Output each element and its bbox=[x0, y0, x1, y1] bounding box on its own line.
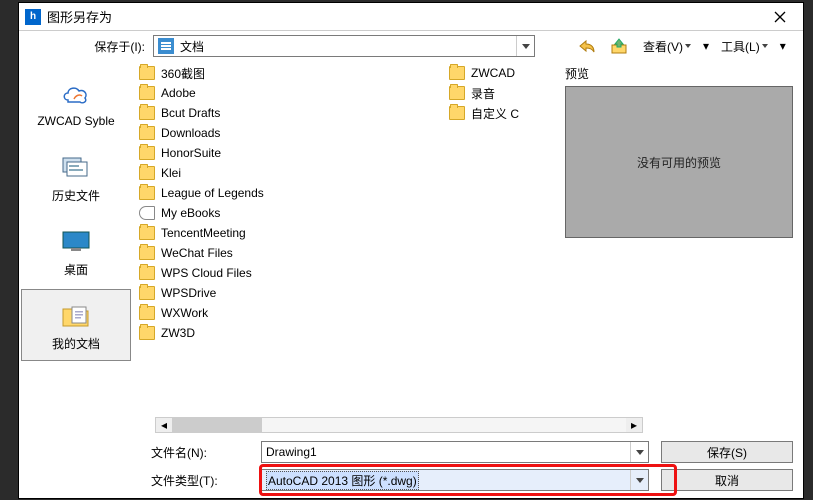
file-name: WeChat Files bbox=[161, 246, 233, 260]
filename-label: 文件名(N): bbox=[151, 444, 251, 461]
list-item[interactable]: Adobe bbox=[135, 83, 445, 103]
folder-icon bbox=[139, 286, 155, 300]
desktop-icon bbox=[58, 225, 94, 257]
dialog-title: 图形另存为 bbox=[47, 7, 763, 26]
folder-icon bbox=[139, 146, 155, 160]
list-item[interactable]: 自定义 C bbox=[445, 103, 545, 123]
file-name: 自定义 C bbox=[471, 105, 519, 122]
folder-icon bbox=[139, 86, 155, 100]
save-in-value: 文档 bbox=[180, 38, 204, 55]
list-item[interactable]: ZWCAD bbox=[445, 63, 545, 83]
chevron-down-icon bbox=[762, 44, 768, 48]
file-name: League of Legends bbox=[161, 186, 264, 200]
list-item[interactable]: Bcut Drafts bbox=[135, 103, 445, 123]
file-name: 录音 bbox=[471, 85, 495, 102]
places-sidebar: ZWCAD Syble 历史文件 桌面 我的文档 bbox=[19, 61, 133, 497]
list-item[interactable]: HonorSuite bbox=[135, 143, 445, 163]
list-item[interactable]: ZW3D bbox=[135, 323, 445, 343]
list-item[interactable]: Downloads bbox=[135, 123, 445, 143]
sidebar-item-history[interactable]: 历史文件 bbox=[21, 141, 131, 213]
preview-label: 预览 bbox=[565, 65, 793, 82]
list-item[interactable]: My eBooks bbox=[135, 203, 445, 223]
file-name: 360截图 bbox=[161, 65, 205, 82]
file-name: Klei bbox=[161, 166, 181, 180]
folder-icon bbox=[449, 106, 465, 120]
folder-icon bbox=[139, 226, 155, 240]
tools-menu[interactable]: 工具(L) bbox=[717, 35, 772, 57]
file-name: Downloads bbox=[161, 126, 220, 140]
folder-icon bbox=[139, 126, 155, 140]
folder-icon bbox=[139, 326, 155, 340]
list-item[interactable]: WPS Cloud Files bbox=[135, 263, 445, 283]
documents-folder-icon bbox=[58, 299, 94, 331]
file-name: TencentMeeting bbox=[161, 226, 246, 240]
list-item[interactable]: 录音 bbox=[445, 83, 545, 103]
folder-icon bbox=[139, 186, 155, 200]
list-item[interactable]: Klei bbox=[135, 163, 445, 183]
filename-input[interactable]: Drawing1 bbox=[261, 441, 649, 463]
save-in-dropdown[interactable]: 文档 bbox=[153, 35, 535, 57]
file-list[interactable]: 360截图 Adobe Bcut Drafts Downloads HonorSuite… bbox=[135, 63, 561, 417]
close-button[interactable] bbox=[763, 6, 797, 28]
scroll-left-arrow[interactable]: ◂ bbox=[156, 418, 172, 432]
folder-icon bbox=[139, 166, 155, 180]
sidebar-item-documents[interactable]: 我的文档 bbox=[21, 289, 131, 361]
horizontal-scrollbar[interactable]: ◂ ▸ bbox=[155, 417, 643, 433]
preview-pane: 预览 没有可用的预览 bbox=[561, 63, 801, 417]
filetype-dropdown[interactable]: AutoCAD 2013 图形 (*.dwg) bbox=[261, 469, 649, 491]
folder-icon bbox=[449, 66, 465, 80]
scroll-thumb[interactable] bbox=[172, 418, 262, 432]
folder-icon bbox=[449, 86, 465, 100]
chevron-down-icon bbox=[516, 36, 534, 56]
preview-box: 没有可用的预览 bbox=[565, 86, 793, 238]
filetype-label: 文件类型(T): bbox=[151, 472, 251, 489]
folder-icon bbox=[139, 306, 155, 320]
chevron-down-icon[interactable] bbox=[630, 442, 648, 462]
file-name: My eBooks bbox=[161, 206, 220, 220]
file-name: Bcut Drafts bbox=[161, 106, 220, 120]
folder-icon bbox=[139, 106, 155, 120]
list-item[interactable]: WPSDrive bbox=[135, 283, 445, 303]
app-icon: h bbox=[25, 9, 41, 25]
history-files-icon bbox=[58, 151, 94, 183]
list-item[interactable]: WeChat Files bbox=[135, 243, 445, 263]
view-menu[interactable]: 查看(V) bbox=[639, 35, 695, 57]
cancel-button[interactable]: 取消 bbox=[661, 469, 793, 491]
file-name: ZWCAD bbox=[471, 66, 515, 80]
sidebar-item-zwcad-syble[interactable]: ZWCAD Syble bbox=[21, 67, 131, 139]
top-toolbar: 保存于(I): 文档 查看(V) ▾ 工具(L) ▾ bbox=[19, 31, 803, 61]
file-name: WXWork bbox=[161, 306, 208, 320]
ebook-icon bbox=[139, 206, 155, 220]
cloud-icon bbox=[58, 78, 94, 110]
sidebar-item-desktop[interactable]: 桌面 bbox=[21, 215, 131, 287]
save-as-dialog: h 图形另存为 保存于(I): 文档 查看(V) ▾ 工具(L) ▾ bbox=[18, 2, 804, 499]
documents-icon bbox=[158, 38, 174, 54]
chevron-down-icon bbox=[685, 44, 691, 48]
folder-icon bbox=[139, 66, 155, 80]
list-item[interactable]: League of Legends bbox=[135, 183, 445, 203]
save-in-label: 保存于(I): bbox=[59, 38, 145, 55]
list-item[interactable]: 360截图 bbox=[135, 63, 445, 83]
file-name: WPSDrive bbox=[161, 286, 216, 300]
file-name: WPS Cloud Files bbox=[161, 266, 252, 280]
up-button[interactable] bbox=[607, 35, 631, 57]
titlebar: h 图形另存为 bbox=[19, 3, 803, 31]
list-item[interactable]: TencentMeeting bbox=[135, 223, 445, 243]
chevron-down-icon[interactable] bbox=[630, 470, 648, 490]
scroll-right-arrow[interactable]: ▸ bbox=[626, 418, 642, 432]
folder-icon bbox=[139, 246, 155, 260]
save-button[interactable]: 保存(S) bbox=[661, 441, 793, 463]
file-name: Adobe bbox=[161, 86, 196, 100]
list-item[interactable]: WXWork bbox=[135, 303, 445, 323]
file-name: HonorSuite bbox=[161, 146, 221, 160]
back-button[interactable] bbox=[575, 35, 599, 57]
file-name: ZW3D bbox=[161, 326, 195, 340]
folder-icon bbox=[139, 266, 155, 280]
